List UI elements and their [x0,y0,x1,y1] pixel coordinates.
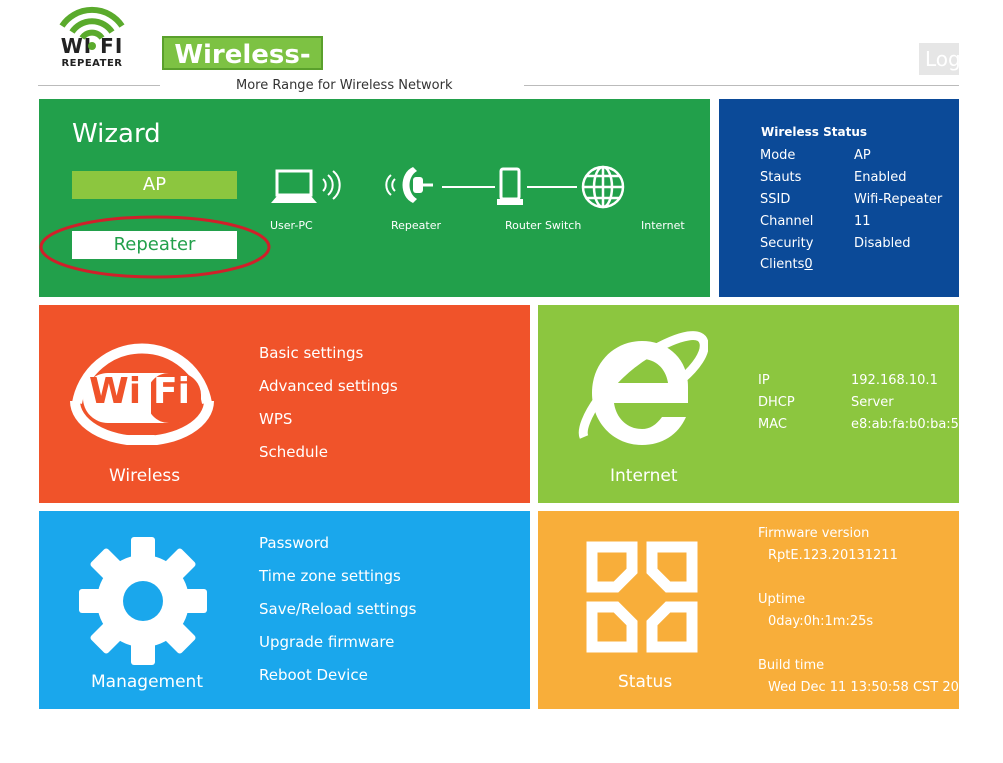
status-label-ssid: SSID [760,192,791,207]
router-icon [497,167,523,205]
status-value-channel: 11 [854,214,871,229]
status-value-mode: AP [854,148,871,163]
link-advanced-settings[interactable]: Advanced settings [259,377,398,395]
status-value-security: Disabled [854,236,911,251]
tagline: More Range for Wireless Network [236,78,453,93]
internet-title: Internet [610,466,678,486]
header-divider-left [38,85,160,86]
wifi-logo-text-left: Wi [89,371,142,412]
router-switch-label: Router Switch [505,219,582,232]
header-divider-right [524,85,959,86]
user-pc-label: User-PC [270,219,313,232]
firmware-value: RptE.123.20131211 [768,548,898,563]
internet-value-dhcp: Server [851,395,894,410]
build-time-value: Wed Dec 11 13:50:58 CST 2013 [768,680,959,695]
internet-label-mac: MAC [758,417,787,432]
brand-badge: Wireless-N [162,36,323,104]
wifi-repeater-logo: WI FI REPEATER [40,2,150,72]
status-tile[interactable]: Status Firmware version RptE.123.2013121… [538,511,959,709]
link-basic-settings[interactable]: Basic settings [259,344,363,362]
gear-icon [79,537,207,665]
wireless-status-title: Wireless Status [761,125,868,139]
link-password[interactable]: Password [259,534,329,552]
internet-label-dhcp: DHCP [758,395,795,410]
status-value-ssid: Wifi-Repeater [854,192,943,207]
ap-mode-button[interactable]: AP [72,171,237,199]
globe-icon [581,165,625,209]
internet-explorer-icon [578,331,708,445]
wireless-status-tile: Wireless Status Mode AP Stauts Enabled S… [719,99,959,297]
management-title: Management [91,672,203,692]
logo-dot [88,42,96,50]
clients-label: Clients [760,257,805,272]
repeater-label: Repeater [391,219,442,232]
link-reboot-device[interactable]: Reboot Device [259,666,368,684]
clients-count-link[interactable]: 0 [804,257,812,272]
link-wps[interactable]: WPS [259,410,292,428]
status-value-stauts: Enabled [854,170,907,185]
repeater-device-icon [385,167,433,203]
internet-value-ip: 192.168.10.1 [851,373,938,388]
wireless-tile[interactable]: Wi Fi Wireless Basic settings Advanced s… [39,305,530,503]
wifi-logo-text-right: Fi [153,371,190,412]
build-time-label: Build time [758,658,825,673]
firmware-label: Firmware version [758,526,870,541]
wizard-title: Wizard [72,119,161,149]
internet-label: Internet [641,219,685,232]
logo-subtitle: REPEATER [61,58,123,69]
office-logo-icon [586,541,698,653]
uptime-label: Uptime [758,592,806,607]
status-label-mode: Mode [760,148,796,163]
network-diagram [271,165,625,209]
internet-value-mac: e8:ab:fa:b0:ba:5b [851,417,959,432]
status-title: Status [618,672,673,692]
status-label-stauts: Stauts [760,170,802,185]
management-tile[interactable]: Management Password Time zone settings S… [39,511,530,709]
link-upgrade-firmware[interactable]: Upgrade firmware [259,633,394,651]
internet-tile[interactable]: Internet IP 192.168.10.1 DHCP Server MAC… [538,305,959,503]
logout-button[interactable]: Log [919,43,959,75]
wizard-tile: Wizard AP Repeater User-PC Repeater Rout… [39,99,710,297]
uptime-value: 0day:0h:1m:25s [768,614,874,629]
laptop-icon [271,169,341,203]
annotation-circle [39,215,271,279]
link-schedule[interactable]: Schedule [259,443,328,461]
wireless-title: Wireless [109,466,181,486]
clients-row: Clients0 [760,257,813,272]
status-label-security: Security [760,236,814,251]
status-label-channel: Channel [760,214,814,229]
internet-label-ip: IP [758,373,770,388]
link-time-zone-settings[interactable]: Time zone settings [259,567,401,585]
link-save-reload-settings[interactable]: Save/Reload settings [259,600,417,618]
